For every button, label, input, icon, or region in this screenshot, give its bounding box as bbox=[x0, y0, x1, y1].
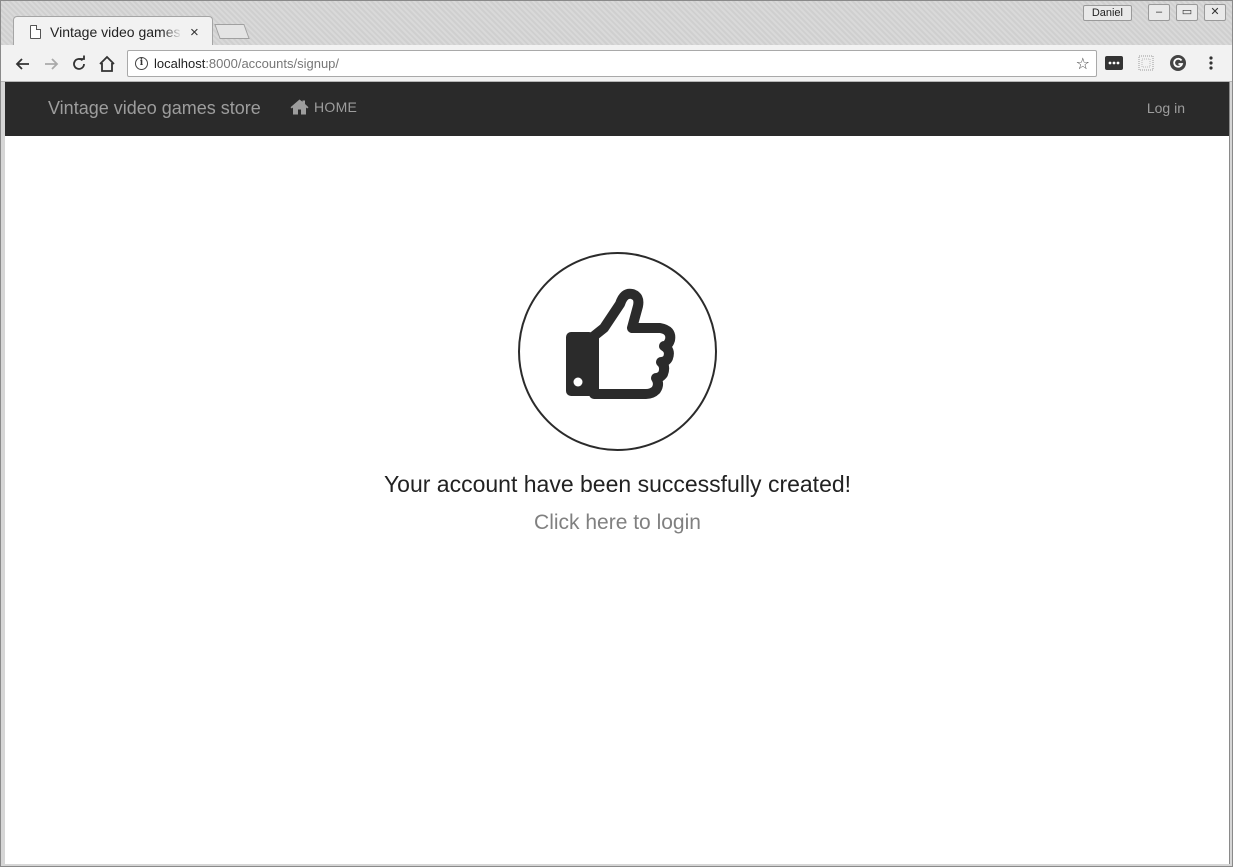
home-button[interactable] bbox=[95, 52, 119, 76]
tab-title: Vintage video games store bbox=[50, 24, 182, 40]
bookmark-star-icon[interactable]: ☆ bbox=[1076, 54, 1090, 74]
profile-badge[interactable]: Daniel bbox=[1082, 4, 1132, 21]
home-icon bbox=[99, 55, 115, 72]
maximize-button[interactable]: ▭ bbox=[1176, 4, 1198, 21]
success-badge bbox=[518, 252, 717, 451]
home-icon bbox=[290, 99, 309, 115]
url-host: localhost bbox=[154, 56, 206, 71]
url-path: :8000/accounts/signup/ bbox=[205, 56, 340, 71]
success-message: Your account have been successfully crea… bbox=[383, 471, 852, 497]
close-window-button[interactable]: ✕ bbox=[1204, 4, 1226, 21]
thumbs-up-icon bbox=[566, 288, 676, 399]
browser-window: Vintage video games store × Daniel – ▭ ✕ bbox=[0, 0, 1233, 867]
info-icon[interactable]: i bbox=[135, 57, 148, 70]
back-button[interactable] bbox=[11, 52, 35, 76]
forward-button[interactable] bbox=[39, 52, 63, 76]
forward-icon bbox=[45, 58, 59, 70]
login-link[interactable]: Click here to login bbox=[5, 511, 1230, 535]
extension-password-icon[interactable] bbox=[1105, 54, 1123, 72]
reload-icon bbox=[73, 55, 85, 70]
extension-grammarly-icon[interactable] bbox=[1169, 54, 1187, 72]
page-favicon-icon bbox=[30, 25, 41, 39]
url-text[interactable]: localhost:8000/accounts/signup/ bbox=[154, 56, 339, 71]
site-brand[interactable]: Vintage video games store bbox=[48, 98, 261, 119]
menu-kebab-icon[interactable] bbox=[1202, 54, 1220, 72]
extension-dotted-icon[interactable] bbox=[1137, 54, 1155, 72]
nav-login-link[interactable]: Log in bbox=[1147, 100, 1185, 116]
site-navbar: Vintage video games store HOME Log in bbox=[5, 82, 1229, 136]
tab-close-icon[interactable]: × bbox=[190, 24, 199, 41]
address-bar[interactable]: i localhost:8000/accounts/signup/ ☆ bbox=[127, 50, 1097, 77]
tab-strip: Vintage video games store × Daniel – ▭ ✕ bbox=[1, 1, 1232, 45]
nav-home-label: HOME bbox=[314, 99, 358, 115]
minimize-button[interactable]: – bbox=[1148, 4, 1170, 21]
window-controls: Daniel – ▭ ✕ bbox=[1082, 4, 1226, 21]
nav-home-link[interactable]: HOME bbox=[290, 99, 357, 115]
browser-toolbar: i localhost:8000/accounts/signup/ ☆ bbox=[1, 45, 1232, 82]
new-tab-button[interactable] bbox=[214, 24, 250, 39]
page-viewport: Vintage video games store HOME Log in Yo… bbox=[5, 82, 1230, 864]
browser-tab[interactable]: Vintage video games store × bbox=[13, 16, 213, 45]
reload-button[interactable] bbox=[67, 52, 91, 76]
back-icon bbox=[15, 58, 29, 70]
